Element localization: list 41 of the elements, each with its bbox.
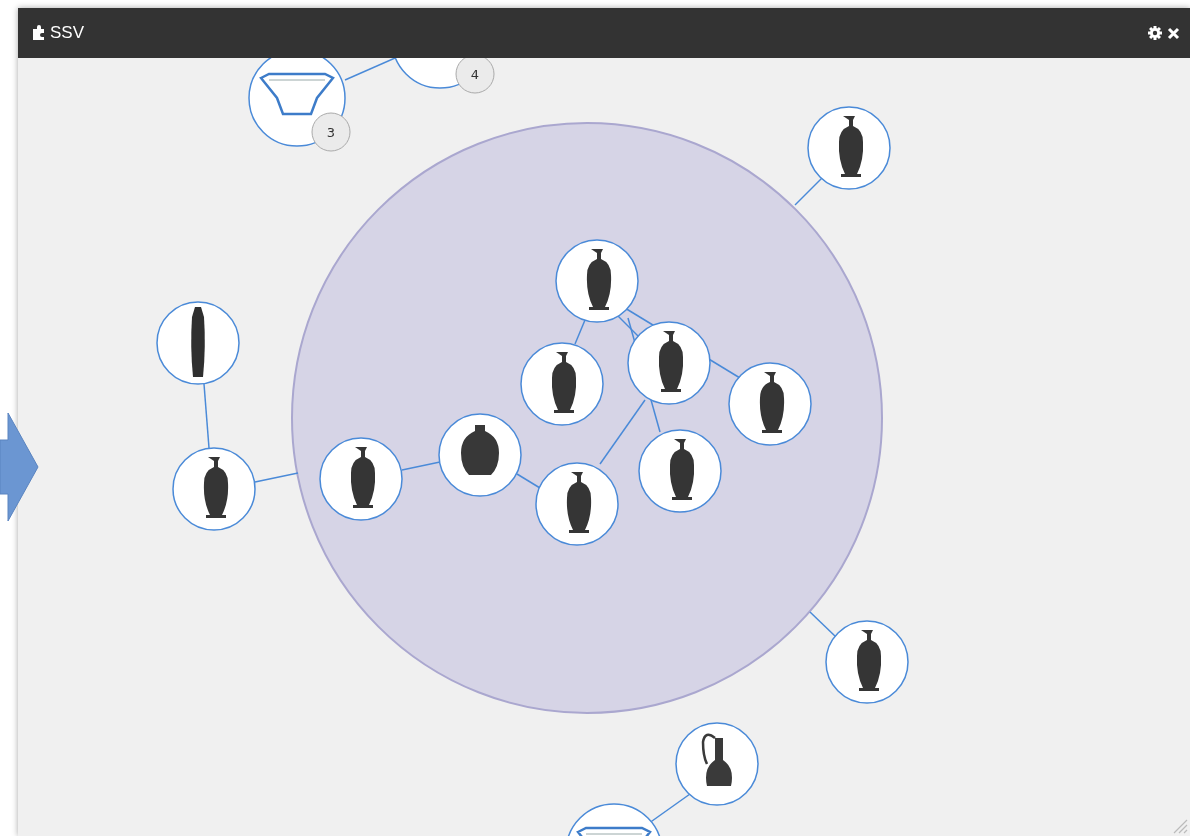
graph-node[interactable]: [438, 413, 522, 497]
window-title: SSV: [50, 23, 85, 43]
edge-line: [254, 472, 299, 483]
vase-icon: [838, 116, 864, 177]
jug-icon: [701, 733, 732, 786]
graph-node[interactable]: [172, 447, 256, 531]
graph-node[interactable]: [807, 106, 891, 190]
count-badge: 3: [311, 112, 351, 152]
graph-node[interactable]: [825, 620, 909, 704]
edge-line: [344, 58, 396, 81]
graph-node[interactable]: [675, 722, 759, 806]
edge-line: [516, 473, 541, 489]
graph-node[interactable]: [555, 239, 639, 323]
edge-line: [809, 611, 837, 638]
graph-node[interactable]: [520, 342, 604, 426]
graph-node[interactable]: [156, 301, 240, 385]
puzzle-icon: [30, 25, 46, 41]
arrow-icon: [0, 412, 40, 522]
settings-icon[interactable]: [1147, 25, 1163, 41]
close-icon[interactable]: [1167, 26, 1180, 40]
vase-icon: [759, 372, 785, 433]
vase-icon: [551, 352, 577, 413]
vase-icon: [669, 439, 695, 500]
graph-node[interactable]: [319, 437, 403, 521]
edge-line: [203, 383, 210, 449]
graph-node[interactable]: [535, 462, 619, 546]
vase-icon: [566, 472, 592, 533]
graph-node[interactable]: [627, 321, 711, 405]
vase-icon: [350, 447, 376, 508]
vase-icon: [586, 249, 612, 310]
edge-line: [794, 177, 823, 206]
graph-node[interactable]: [728, 362, 812, 446]
vase-icon: [856, 630, 882, 691]
vase-icon: [658, 331, 684, 392]
vase-icon: [461, 425, 499, 475]
count-badge: 4: [455, 58, 495, 94]
edge-line: [401, 461, 441, 471]
graph-node[interactable]: [565, 803, 663, 836]
vase-icon: [203, 457, 229, 518]
edge-line: [574, 319, 586, 345]
graph-node[interactable]: [638, 429, 722, 513]
